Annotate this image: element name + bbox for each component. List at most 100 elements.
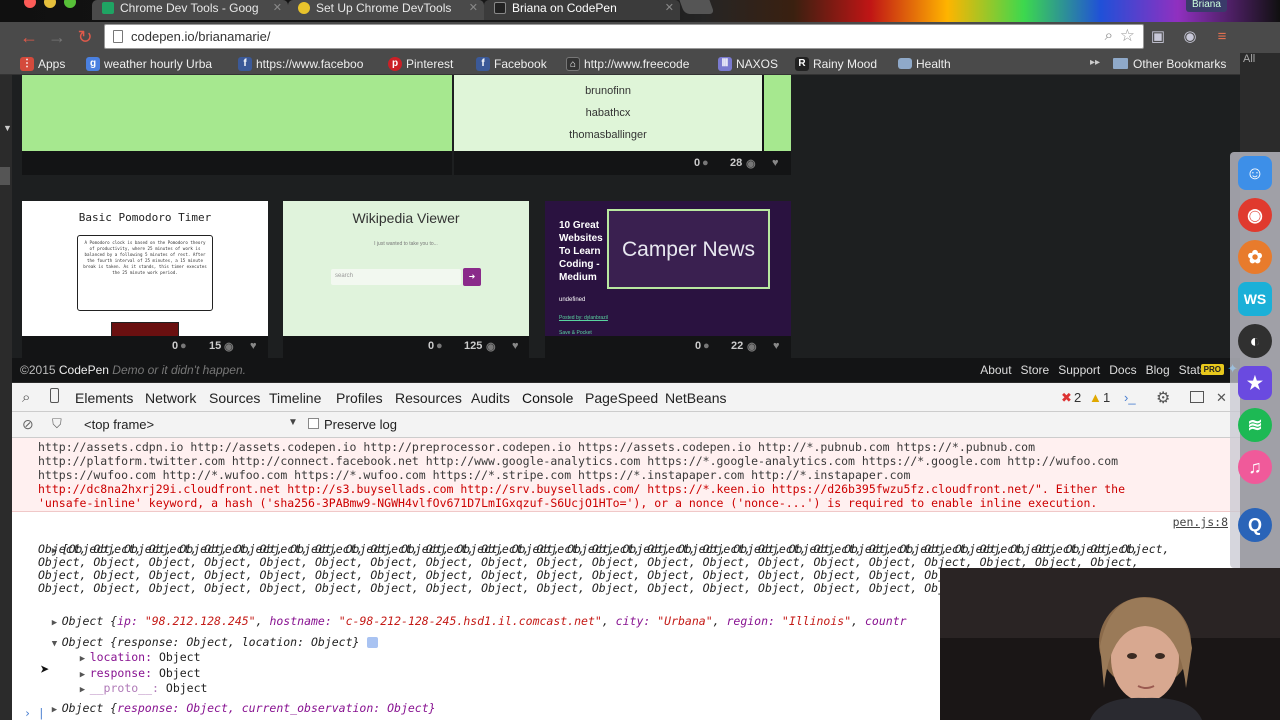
tab-elements[interactable]: Elements: [75, 390, 133, 406]
footer-link-docs[interactable]: Docs: [1109, 363, 1136, 377]
scrollbar-thumb[interactable]: [0, 167, 10, 185]
chrome-icon[interactable]: ◉: [1238, 198, 1272, 232]
bookmark-star-icon[interactable]: ☆: [1120, 26, 1135, 46]
bookmark-apps[interactable]: ⋮ Apps: [20, 57, 65, 73]
bookmark-pinterest[interactable]: p Pinterest: [388, 57, 453, 73]
bookmark-weather[interactable]: g weather hourly Urba: [86, 57, 212, 73]
footer-links: About Store Support Docs Blog Stats: [971, 363, 1206, 377]
tab-chrome-dev-tools[interactable]: Chrome Dev Tools - Goog ✕: [92, 0, 288, 20]
minimize-window-button[interactable]: [44, 0, 56, 8]
menu-icon[interactable]: ≡: [1213, 28, 1231, 46]
other-bookmarks[interactable]: Other Bookmarks: [1113, 57, 1226, 71]
clear-console-icon[interactable]: ⊘: [22, 416, 34, 433]
bookmark-rainy-mood[interactable]: R Rainy Mood: [795, 57, 877, 73]
heart-icon[interactable]: ♥: [250, 340, 257, 352]
maximize-window-button[interactable]: [64, 0, 76, 8]
close-icon[interactable]: ✕: [665, 0, 674, 16]
key: city:: [615, 614, 651, 628]
pen-stats: 0 ● 15 ◉ ♥: [22, 334, 268, 358]
close-icon[interactable]: ✕: [273, 0, 282, 16]
pen-preview[interactable]: Wikipedia Viewer I just wanted to take y…: [283, 201, 529, 336]
pro-badge[interactable]: PRO: [1200, 364, 1224, 375]
naxos-icon: Ⅲ: [718, 57, 732, 71]
dock-side-icon[interactable]: [1190, 391, 1204, 403]
frame-select[interactable]: <top frame>: [84, 417, 154, 432]
address-bar[interactable]: codepen.io/brianamarie/ ⌕ ☆: [104, 24, 1144, 49]
profile-button[interactable]: Briana: [1186, 0, 1227, 12]
footer-link-store[interactable]: Store: [1021, 363, 1050, 377]
obs-icon[interactable]: ◐: [1238, 324, 1272, 358]
warning-icon[interactable]: ▲: [1089, 390, 1102, 405]
pen-preview[interactable]: Basic Pomodoro Timer A Pomodoro clock is…: [22, 201, 268, 336]
gear-icon[interactable]: ⚙: [1156, 388, 1170, 408]
bookmark-facebook-url[interactable]: f https://www.faceboo: [238, 57, 363, 73]
pen-card-green[interactable]: [22, 75, 452, 175]
chevron-more-icon[interactable]: ▸▸: [1090, 57, 1100, 68]
warning-count[interactable]: 1: [1103, 390, 1110, 405]
expand-triangle-icon[interactable]: ▶: [52, 704, 62, 717]
close-icon[interactable]: ✕: [469, 0, 478, 16]
reload-icon[interactable]: ↻: [74, 27, 96, 47]
photos-icon[interactable]: ✿: [1238, 240, 1272, 274]
brand-name[interactable]: CodePen: [59, 363, 109, 377]
bookmark-health[interactable]: Health: [898, 57, 951, 73]
preserve-log-checkbox[interactable]: [308, 418, 319, 429]
heart-icon[interactable]: ♥: [512, 340, 519, 352]
tab-timeline[interactable]: Timeline: [269, 390, 321, 406]
tab-pagespeed[interactable]: PageSpeed: [585, 390, 658, 406]
forward-arrow-icon[interactable]: →: [46, 27, 68, 47]
filter-icon[interactable]: ⛉: [52, 416, 62, 432]
console-prompt[interactable]: › |: [24, 707, 45, 720]
device-mode-icon[interactable]: [50, 388, 59, 403]
quicktime-icon[interactable]: Q: [1238, 508, 1272, 542]
pen-card-wikipedia[interactable]: Wikipedia Viewer I just wanted to take y…: [283, 201, 529, 358]
itunes-icon[interactable]: ♫: [1238, 450, 1272, 484]
pen-card-users[interactable]: brunofinn habathcx thomasballinger 0 ● 2…: [454, 75, 791, 175]
footer-link-about[interactable]: About: [980, 363, 1011, 377]
tab-briana-on-codepen[interactable]: Briana on CodePen ✕: [484, 0, 680, 20]
chevron-down-icon[interactable]: ▼: [288, 417, 298, 428]
collapse-triangle-icon[interactable]: ▼: [52, 638, 62, 651]
pen-preview[interactable]: [22, 75, 452, 151]
extension-icon[interactable]: ▣: [1149, 28, 1167, 46]
pen-preview[interactable]: brunofinn habathcx thomasballinger: [454, 75, 762, 151]
tab-set-up-devtools[interactable]: Set Up Chrome DevTools ✕: [288, 0, 484, 20]
info-badge-icon[interactable]: [367, 637, 379, 648]
zoom-icon[interactable]: ⌕: [1105, 27, 1113, 44]
search-button: ➜: [463, 268, 481, 286]
console-drawer-icon[interactable]: ›_: [1124, 390, 1136, 405]
error-icon[interactable]: ✖: [1061, 390, 1072, 406]
tab-sources[interactable]: Sources: [209, 390, 260, 406]
tab-resources[interactable]: Resources: [395, 390, 462, 406]
pen-card-camper-news[interactable]: 10 Great Websites To Learn Coding - Medi…: [545, 201, 791, 358]
bookmark-facebook[interactable]: f Facebook: [476, 57, 547, 73]
pen-preview[interactable]: 10 Great Websites To Learn Coding - Medi…: [545, 201, 791, 336]
tab-netbeans[interactable]: NetBeans: [665, 390, 726, 406]
tab-network[interactable]: Network: [145, 390, 196, 406]
weather-object-log[interactable]: ▶ Object {response: Object, current_obser…: [38, 689, 436, 720]
spotify-icon[interactable]: ≋: [1238, 408, 1272, 442]
tab-profiles[interactable]: Profiles: [336, 390, 383, 406]
source-link[interactable]: pen.js:8: [1173, 515, 1228, 529]
imovie-icon[interactable]: ★: [1238, 366, 1272, 400]
tab-console[interactable]: Console: [522, 390, 573, 406]
collapse-arrow-icon[interactable]: ▼: [3, 123, 12, 133]
close-icon[interactable]: ✕: [1216, 390, 1227, 406]
bookmark-freecodecamp[interactable]: ⌂ http://www.freecode: [566, 57, 689, 73]
heart-icon[interactable]: ♥: [772, 157, 779, 169]
footer-link-support[interactable]: Support: [1058, 363, 1100, 377]
pen-card-pomodoro[interactable]: Basic Pomodoro Timer A Pomodoro clock is…: [22, 201, 268, 358]
new-tab-button[interactable]: [679, 0, 715, 14]
finder-icon[interactable]: ☺: [1238, 156, 1272, 190]
search-icon[interactable]: ⌕: [22, 389, 30, 406]
close-window-button[interactable]: [24, 0, 36, 8]
webcam-overlay: [940, 568, 1280, 720]
webstorm-icon[interactable]: WS: [1238, 282, 1272, 316]
error-count[interactable]: 2: [1074, 390, 1081, 405]
extension-robot-icon[interactable]: ◉: [1181, 28, 1199, 46]
tab-audits[interactable]: Audits: [471, 390, 510, 406]
heart-icon[interactable]: ♥: [773, 340, 780, 352]
footer-link-blog[interactable]: Blog: [1146, 363, 1170, 377]
bookmark-naxos[interactable]: Ⅲ NAXOS: [718, 57, 778, 73]
back-arrow-icon[interactable]: ←: [18, 27, 40, 47]
